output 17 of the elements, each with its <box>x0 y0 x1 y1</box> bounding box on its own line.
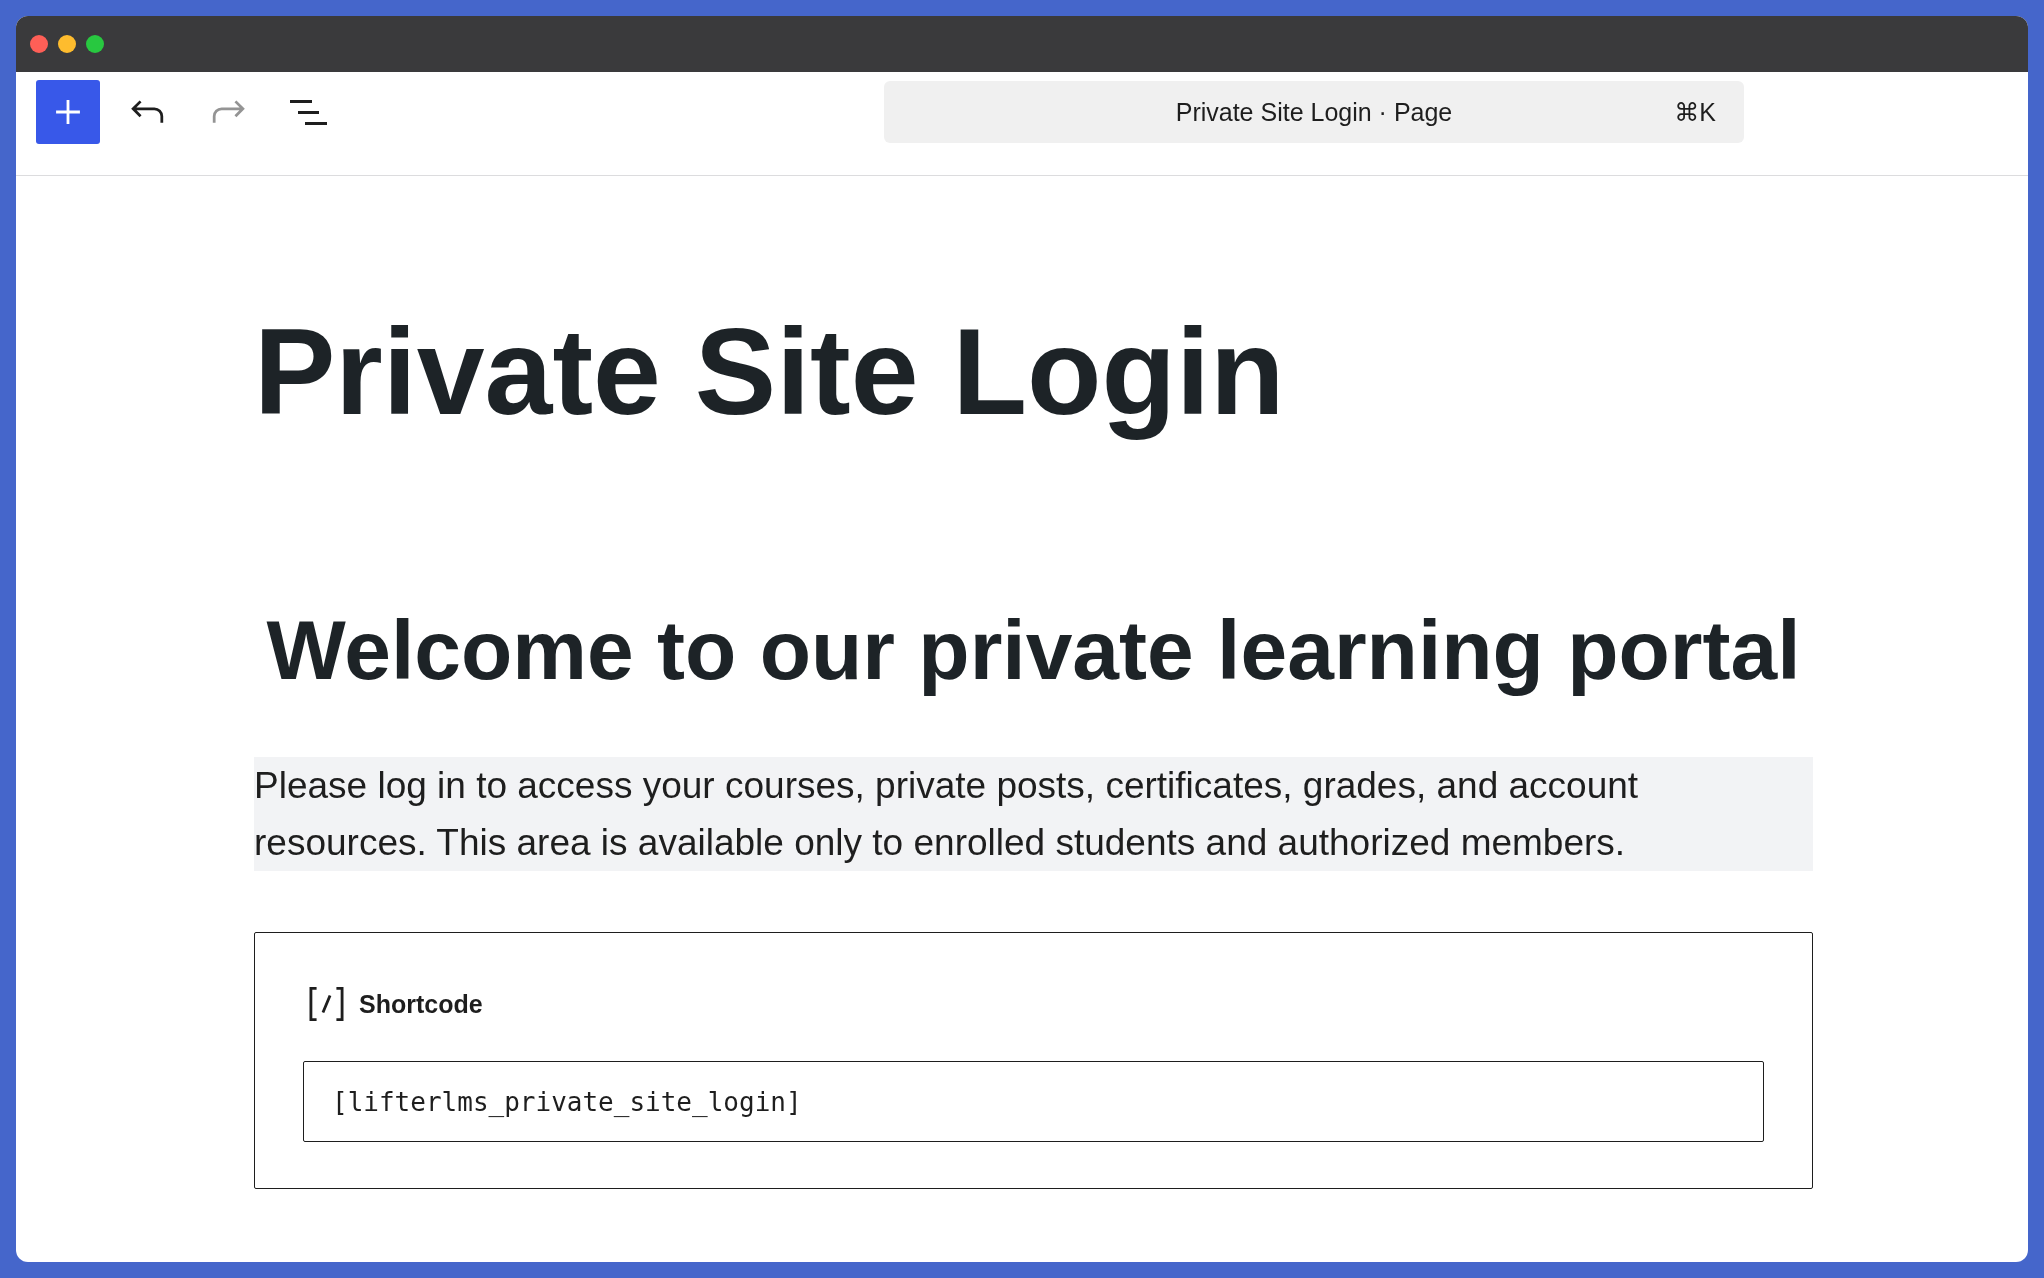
page-title: Private Site Login <box>254 303 1285 442</box>
shortcode-input[interactable]: [lifterlms_private_site_login] <box>303 1061 1764 1143</box>
undo-icon <box>131 99 165 125</box>
page-heading: Welcome to our private learning portal <box>266 602 1801 700</box>
block-label: Shortcode <box>359 989 483 1019</box>
plus-icon <box>55 99 81 125</box>
document-title: Private Site Login · Page <box>1175 97 1453 127</box>
command-bar[interactable]: Private Site Login · Page ⌘K <box>884 81 1744 143</box>
shortcode-icon <box>308 987 345 1022</box>
add-block-button[interactable] <box>36 80 100 144</box>
minimize-button[interactable] <box>58 35 76 53</box>
maximize-button[interactable] <box>86 35 104 53</box>
list-view-icon <box>289 99 327 125</box>
close-button[interactable] <box>30 35 48 53</box>
redo-icon <box>211 99 245 125</box>
intro-paragraph: Please log in to access your courses, private posts, certificates, grades, and account resources. This area is available only to enrolled students and authorized members. <box>254 757 1813 872</box>
keyboard-shortcut: ⌘K <box>1674 97 1716 127</box>
